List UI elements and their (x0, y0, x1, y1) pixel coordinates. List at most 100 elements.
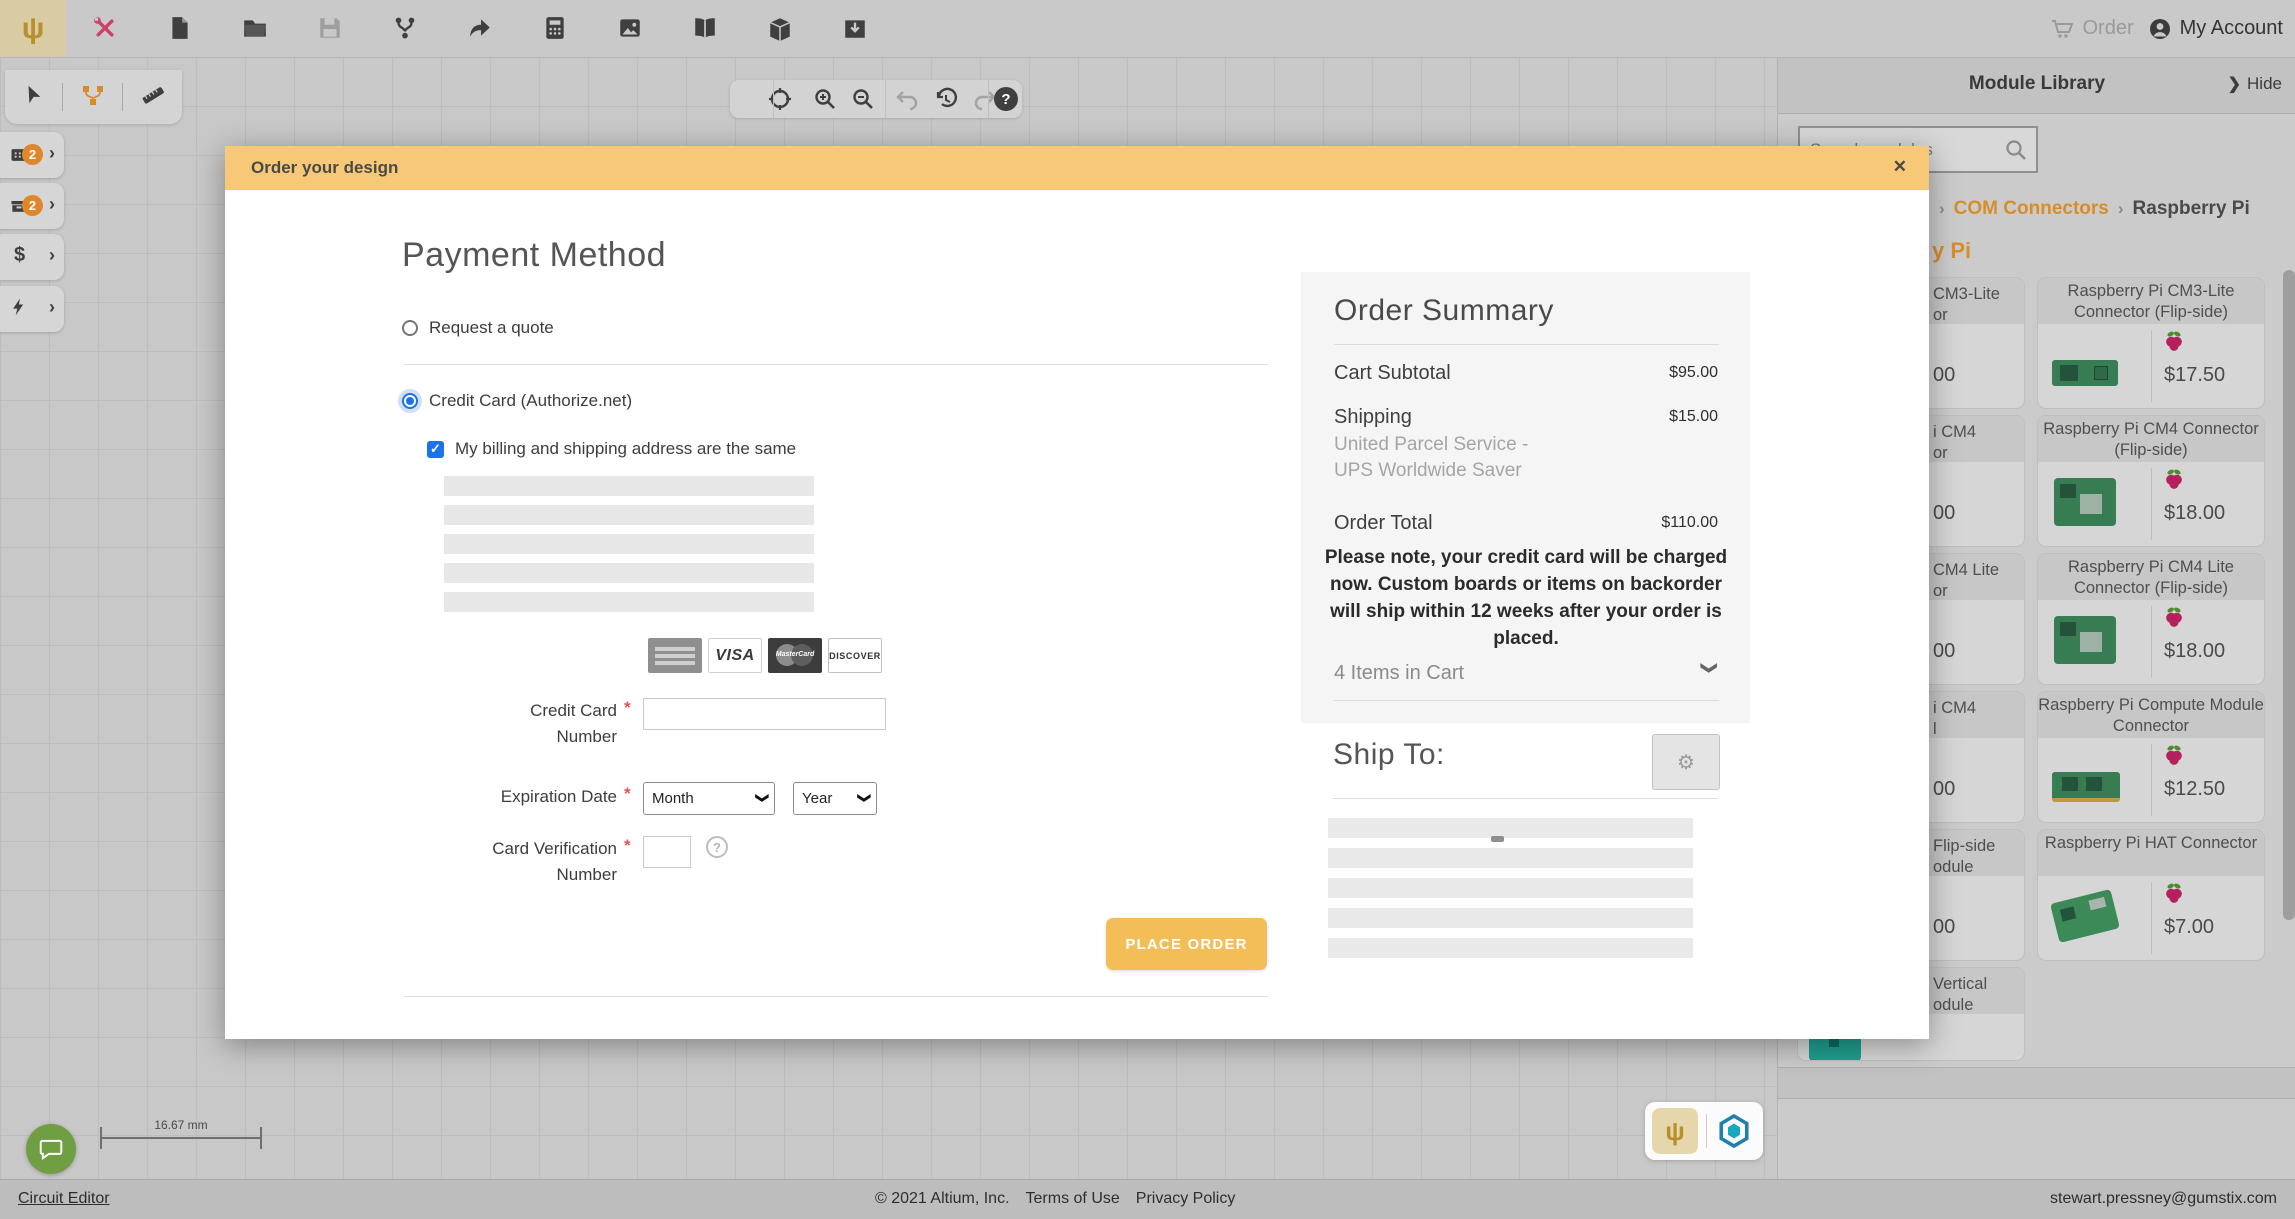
branch-icon[interactable] (392, 15, 418, 41)
divider (62, 83, 63, 111)
left-panel-tab-power[interactable]: › (0, 286, 64, 332)
gear-icon[interactable]: ⚙ (1652, 734, 1720, 790)
view-toolbar: ? (730, 80, 1022, 118)
module-title: Raspberry Pi HAT Connector (2038, 830, 2264, 876)
panel-footer-strip (1778, 1067, 2295, 1099)
zoom-in-icon[interactable] (813, 87, 837, 111)
bom-calculator-icon[interactable] (542, 15, 568, 41)
cc-number-label: Credit Card Number (397, 698, 617, 750)
module-photo (2054, 478, 2116, 526)
cc-number-input[interactable] (643, 698, 886, 730)
mastercard-logo: MasterCard (768, 638, 822, 673)
module-photo (2050, 889, 2120, 943)
module-card[interactable]: Raspberry Pi HAT Connector $7.00 (2038, 830, 2264, 960)
order-nav[interactable]: Order (2050, 17, 2133, 41)
documentation-book-icon[interactable] (692, 15, 718, 41)
left-panel-tab-parts[interactable]: 2 › (0, 183, 64, 229)
redacted-ship-line (1328, 818, 1693, 838)
month-select-wrap: Month ❯ (643, 782, 775, 815)
altium-hexagon-logo (1716, 1113, 1752, 1154)
breadcrumb-raspberry-pi[interactable]: Raspberry Pi (2133, 198, 2250, 220)
items-in-cart-toggle[interactable]: 4 Items in Cart (1334, 662, 1464, 685)
divider (404, 364, 1268, 365)
module-title: Raspberry Pi CM4 Connector (Flip-side) (2038, 416, 2264, 462)
chat-bubble-button[interactable] (26, 1124, 76, 1174)
geppetto-logo[interactable]: ψ (0, 0, 66, 57)
left-panel-tab-cost[interactable]: $ › (0, 234, 64, 280)
module-card[interactable]: Raspberry Pi CM4 Lite Connector (Flip-si… (2038, 554, 2264, 684)
radio-unchecked[interactable] (402, 320, 418, 336)
shipping-label: Shipping (1334, 406, 1412, 429)
chat-icon (38, 1136, 64, 1162)
divider (1333, 798, 1718, 799)
chevron-down-icon[interactable]: ❯ (1699, 661, 1719, 674)
checkbox-checked[interactable]: ✓ (427, 441, 444, 458)
ship-to-heading: Ship To: (1333, 738, 1445, 772)
request-quote-option[interactable]: Request a quote (402, 318, 554, 338)
undo-icon[interactable] (895, 87, 919, 111)
redacted-address-line (444, 505, 814, 525)
radio-checked[interactable] (402, 393, 418, 409)
visa-logo: VISA (708, 638, 762, 673)
redaction-artifact (1491, 836, 1504, 842)
raspberry-pi-icon (2164, 744, 2184, 771)
divider (1334, 700, 1719, 701)
redacted-address-line (444, 592, 814, 612)
raspberry-pi-icon (2164, 606, 2184, 633)
image-icon[interactable] (617, 15, 643, 41)
download-icon[interactable] (842, 15, 868, 41)
cart-icon (2050, 17, 2074, 41)
month-select[interactable]: Month (643, 782, 775, 815)
module-price: $17.50 (2164, 364, 2225, 387)
open-folder-icon[interactable] (242, 15, 268, 41)
close-icon[interactable]: ✕ (1893, 157, 1907, 177)
module-card[interactable]: Raspberry Pi CM4 Connector (Flip-side) $… (2038, 416, 2264, 546)
order-total-value: $110.00 (1661, 514, 1718, 532)
module-photo (2052, 772, 2120, 802)
zoom-out-icon[interactable] (851, 87, 875, 111)
module-price: $18.00 (2164, 502, 2225, 525)
redacted-address-line (444, 476, 814, 496)
breadcrumb-separator: › (2118, 199, 2124, 219)
zoom-fit-icon[interactable] (768, 87, 792, 111)
cvn-help-icon[interactable]: ? (706, 836, 728, 858)
top-toolbar: ψ Order My Acco (0, 0, 2295, 58)
panel-scrollbar[interactable] (2283, 270, 2295, 920)
module-card[interactable]: Raspberry Pi Compute Module Connector $1… (2038, 692, 2264, 822)
same-address-checkbox-row[interactable]: ✓ My billing and shipping address are th… (427, 439, 796, 459)
chevron-right-icon: › (49, 143, 55, 164)
my-account-nav[interactable]: My Account (2148, 17, 2283, 41)
year-select[interactable]: Year (793, 782, 877, 815)
connection-nodes-icon[interactable] (81, 83, 105, 112)
raspberry-pi-icon (2164, 882, 2184, 909)
required-asterisk: * (624, 836, 631, 856)
required-asterisk: * (624, 784, 631, 804)
history-icon[interactable] (934, 87, 958, 111)
privacy-link[interactable]: Privacy Policy (1136, 1190, 1236, 1208)
place-order-button[interactable]: PLACE ORDER (1106, 918, 1267, 970)
terms-link[interactable]: Terms of Use (1026, 1190, 1120, 1208)
module-card[interactable]: Raspberry Pi CM3-Lite Connector (Flip-si… (2038, 278, 2264, 408)
ruler-icon[interactable] (141, 83, 165, 112)
cvn-input[interactable] (643, 836, 691, 868)
new-file-icon[interactable] (167, 15, 193, 41)
left-panel-tab-boards[interactable]: 2 › (0, 132, 64, 178)
circuit-editor-app: ψ Order My Acco (0, 0, 2295, 1219)
circuit-editor-link[interactable]: Circuit Editor (18, 1190, 110, 1208)
count-badge: 2 (22, 195, 43, 216)
share-icon[interactable] (467, 15, 493, 41)
select-cursor-icon[interactable] (23, 84, 45, 111)
chevron-right-icon: › (49, 194, 55, 215)
hide-panel-button[interactable]: ❯ Hide (2228, 74, 2282, 94)
breadcrumb-com-connectors[interactable]: COM Connectors (1954, 198, 2109, 220)
search-icon[interactable] (2004, 138, 2028, 167)
package-icon[interactable] (767, 15, 793, 41)
help-icon[interactable]: ? (994, 87, 1018, 111)
order-summary: Order Summary Cart Subtotal $95.00 Shipp… (1301, 272, 1750, 723)
credit-card-option[interactable]: Credit Card (Authorize.net) (402, 391, 632, 411)
save-icon[interactable] (317, 15, 343, 41)
year-select-wrap: Year ❯ (793, 782, 877, 815)
divider (988, 80, 989, 118)
tools-icon[interactable] (92, 15, 118, 41)
chevron-right-icon: ❯ (2228, 74, 2241, 94)
